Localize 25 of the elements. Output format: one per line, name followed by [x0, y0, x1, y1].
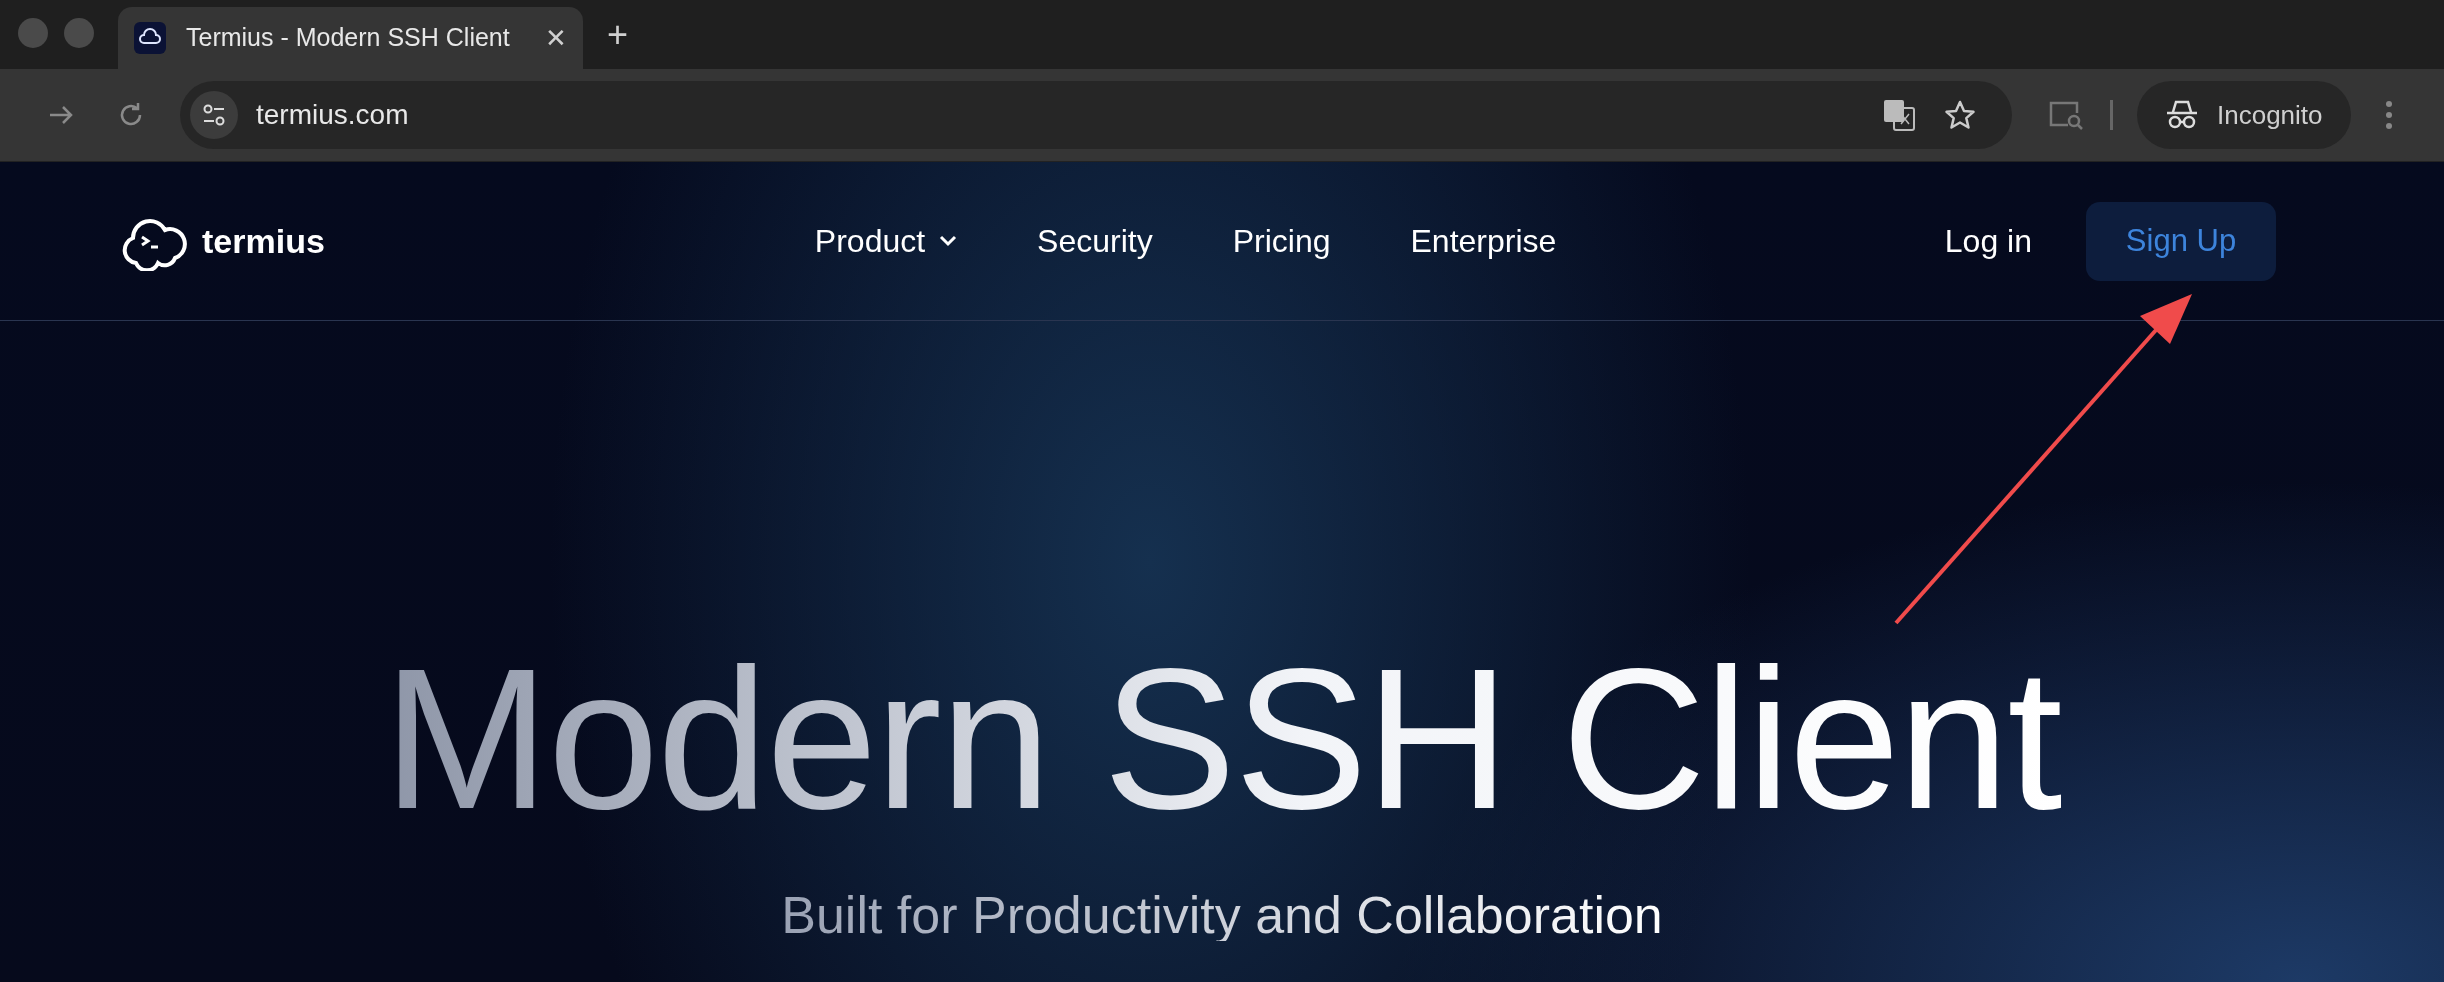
search-tab-icon[interactable]	[2048, 99, 2084, 131]
nav-link[interactable]: Product	[814, 217, 958, 265]
address-bar[interactable]: termius.com	[180, 81, 2012, 149]
signup-button[interactable]: Sign Up	[2086, 201, 2276, 281]
logo[interactable]: termius	[118, 211, 325, 271]
nav-link[interactable]: Pricing	[1232, 217, 1331, 265]
window-button[interactable]	[64, 18, 94, 48]
incognito-button[interactable]: Incognito	[2137, 81, 2351, 149]
cloud-icon	[134, 22, 166, 54]
star-icon[interactable]	[1944, 99, 1976, 131]
site-settings-button[interactable]	[190, 91, 238, 139]
nav-link[interactable]: Security	[1037, 217, 1153, 265]
tab-title: Termius - Modern SSH Client	[186, 22, 511, 54]
close-tab-button[interactable]: ✕	[545, 18, 567, 58]
tune-icon	[201, 102, 227, 128]
incognito-icon	[2165, 100, 2199, 130]
menu-icon[interactable]	[2384, 100, 2393, 130]
nav-link[interactable]: Enterprise	[1410, 217, 1557, 265]
translate-icon[interactable]	[1882, 98, 1916, 132]
url-text: termius.com	[256, 98, 410, 132]
chevron-down-icon	[939, 235, 958, 247]
window-button[interactable]	[18, 18, 48, 48]
login-link[interactable]: Log in	[1944, 217, 2032, 265]
new-tab-button[interactable]: +	[607, 17, 629, 53]
browser-tab[interactable]: Termius - Modern SSH Client ✕	[118, 7, 583, 69]
